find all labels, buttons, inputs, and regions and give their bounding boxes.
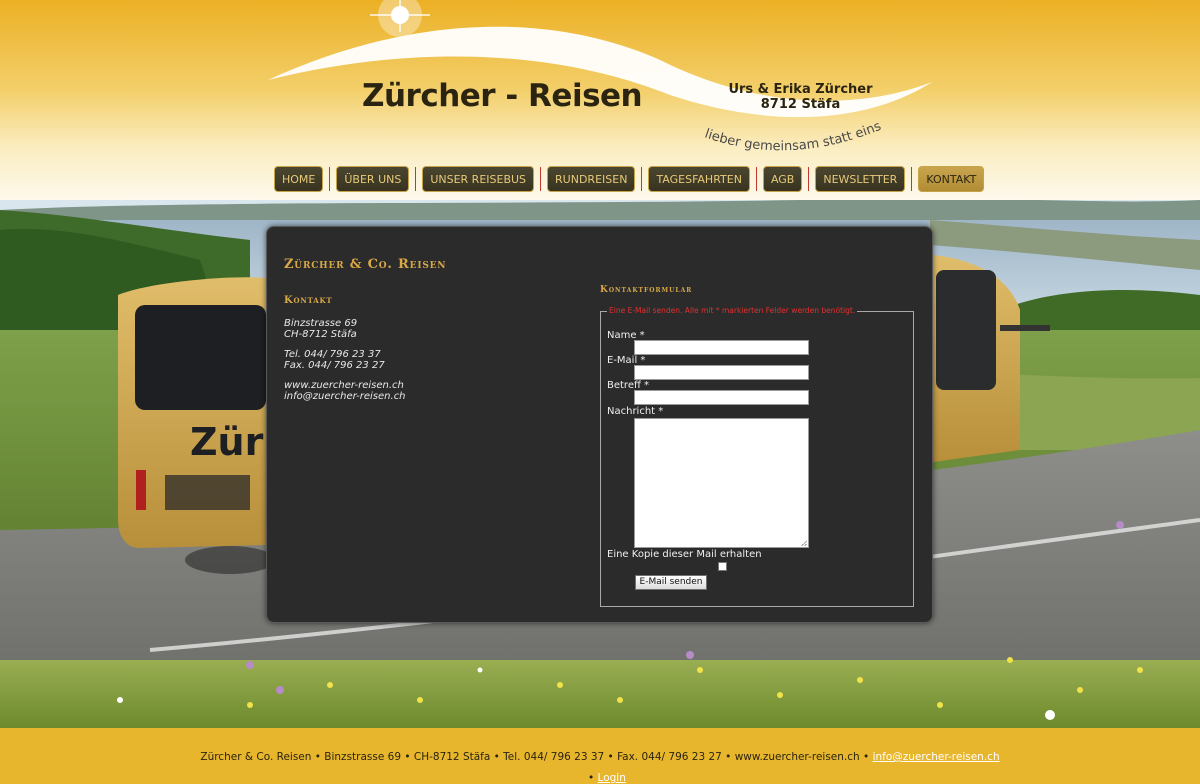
brand-logo-text: Zürcher - Reisen: [362, 78, 643, 114]
nav-rundreisen[interactable]: RUNDREISEN: [547, 166, 636, 192]
owner-location: 8712 Stäfa: [760, 97, 841, 112]
message-label: Nachricht *: [607, 406, 664, 417]
nav-separator: [641, 167, 643, 191]
email-input[interactable]: [634, 365, 809, 380]
nav-unser-reisebus[interactable]: UNSER REISEBUS: [422, 166, 535, 192]
address-city: CH-8712 Stäfa: [284, 328, 357, 340]
page-title: Zürcher & Co. Reisen: [284, 257, 447, 272]
contact-form: Eine E-Mail senden. Alle mit * markierte…: [600, 306, 914, 607]
footer-contact-line: Zürcher & Co. Reisen • Binzstrasse 69 • …: [0, 751, 1200, 763]
nav-ueber-uns[interactable]: ÜBER UNS: [336, 166, 410, 192]
nav-separator: [540, 167, 542, 191]
footer-bullet: •: [588, 772, 595, 784]
nav-tagesfahrten[interactable]: TAGESFAHRTEN: [648, 166, 750, 192]
nav-separator: [329, 167, 331, 191]
send-email-button[interactable]: E-Mail senden: [635, 575, 707, 590]
site-header: Zürcher - Reisen Urs & Erika Zürcher 871…: [0, 0, 1200, 200]
nav-separator: [808, 167, 810, 191]
copy-label: Eine Kopie dieser Mail erhalten: [607, 549, 762, 560]
svg-text:Zür: Zür: [190, 420, 264, 464]
contact-address: Binzstrasse 69 CH-8712 Stäfa Tel. 044/ 7…: [284, 318, 406, 402]
kontakt-heading: Kontakt: [284, 295, 333, 306]
address-tel: Tel. 044/ 796 23 37: [284, 349, 381, 360]
nav-agb[interactable]: AGB: [762, 166, 803, 192]
footer-address-text: Zürcher & Co. Reisen • Binzstrasse 69 • …: [200, 751, 870, 763]
copy-checkbox[interactable]: [718, 562, 727, 571]
nav-separator: [755, 167, 757, 191]
owner-names: Urs & Erika Zürcher: [728, 82, 873, 97]
nav-separator: [415, 167, 417, 191]
form-legend: Eine E-Mail senden. Alle mit * markierte…: [607, 306, 858, 315]
address-web: www.zuercher-reisen.ch: [284, 380, 404, 391]
subject-input[interactable]: [634, 390, 809, 405]
main-navigation: HOME ÜBER UNS UNSER REISEBUS RUNDREISEN …: [274, 166, 985, 192]
svg-text:lieber gemeinsam statt einsam: lieber gemeinsam statt einsam: [690, 115, 884, 154]
address-fax: Fax. 044/ 796 23 27: [284, 359, 385, 371]
login-link[interactable]: Login: [598, 772, 626, 784]
address-street: Binzstrasse 69: [284, 318, 358, 329]
nav-newsletter[interactable]: NEWSLETTER: [815, 166, 906, 192]
slogan-text: lieber gemeinsam statt einsam: [690, 115, 884, 154]
message-textarea[interactable]: [634, 418, 809, 548]
owner-info: Urs & Erika Zürcher 8712 Stäfa: [728, 82, 873, 112]
slogan: lieber gemeinsam statt einsam: [690, 115, 884, 154]
content-panel: Zürcher & Co. Reisen Kontakt Binzstrasse…: [266, 226, 933, 623]
nav-home[interactable]: HOME: [274, 166, 324, 192]
address-email: info@zuercher-reisen.ch: [284, 390, 406, 402]
site-footer: Zürcher & Co. Reisen • Binzstrasse 69 • …: [0, 728, 1200, 784]
footer-email-link[interactable]: info@zuercher-reisen.ch: [873, 751, 1000, 763]
nav-separator: [911, 167, 913, 191]
nav-kontakt[interactable]: KONTAKT: [918, 166, 985, 192]
footer-login-row: • Login: [588, 772, 626, 784]
contact-form-heading: Kontaktformular: [600, 285, 693, 295]
name-input[interactable]: [634, 340, 809, 355]
